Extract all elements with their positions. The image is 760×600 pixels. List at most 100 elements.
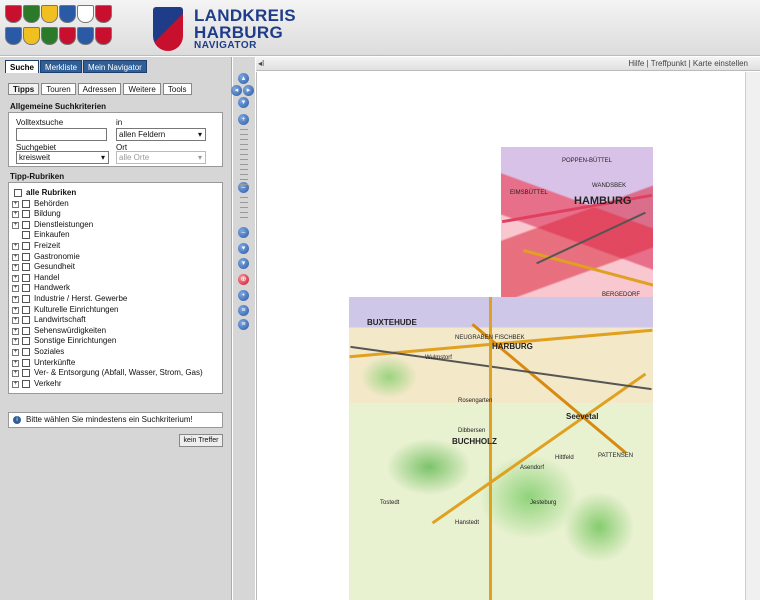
rubrik-checkbox[interactable] xyxy=(22,316,30,325)
tab-adressen[interactable]: Adressen xyxy=(77,83,122,95)
expand-icon[interactable]: + xyxy=(12,327,19,335)
rubrik-checkbox[interactable] xyxy=(22,337,30,346)
pan-left-icon[interactable]: ◂ xyxy=(231,85,242,96)
rubrik-row[interactable]: + Bildung xyxy=(12,209,217,220)
tab-merkliste[interactable]: Merkliste xyxy=(40,60,83,73)
rubrik-checkbox[interactable] xyxy=(22,358,30,367)
crest-icon[interactable] xyxy=(95,27,112,45)
expand-icon[interactable]: + xyxy=(12,359,19,367)
expand-icon[interactable]: + xyxy=(12,380,19,388)
expand-icon[interactable]: + xyxy=(12,285,19,293)
expand-icon[interactable]: + xyxy=(12,317,19,325)
zoom-tick[interactable] xyxy=(240,212,248,213)
zoom-tick[interactable] xyxy=(240,129,248,130)
map-tile-hamburg[interactable] xyxy=(501,147,653,298)
rubrik-checkbox[interactable] xyxy=(22,199,30,208)
rubrik-row[interactable]: + Dienstleistungen xyxy=(12,220,217,231)
crest-icon[interactable] xyxy=(23,5,40,23)
zoom-tick[interactable] xyxy=(240,207,248,208)
locate-icon[interactable]: ⊕ xyxy=(238,274,249,285)
rubrik-row[interactable]: + Handel xyxy=(12,273,217,284)
tab-tools[interactable]: Tools xyxy=(162,83,192,95)
tab-suche[interactable]: Suche xyxy=(5,60,40,73)
crest-icon[interactable] xyxy=(5,5,22,23)
landkreis-harburg-logo[interactable]: LANDKREIS HARBURG NAVIGATOR xyxy=(153,7,296,53)
crest-icon[interactable] xyxy=(77,27,94,45)
collapse-panel-icon[interactable]: ◂I xyxy=(258,58,264,70)
expand-icon[interactable]: + xyxy=(12,295,19,303)
legend-icon[interactable]: ≡ xyxy=(238,319,249,330)
expand-icon[interactable]: + xyxy=(12,338,19,346)
zoom-tick[interactable] xyxy=(240,134,248,135)
zoom-tick[interactable] xyxy=(240,217,248,218)
expand-icon[interactable]: + xyxy=(12,221,19,229)
expand-icon[interactable]: + xyxy=(12,370,19,378)
rubrik-all-row[interactable]: alle Rubriken xyxy=(12,188,217,199)
crest-icon[interactable] xyxy=(23,27,40,45)
expand-icon[interactable]: + xyxy=(12,306,19,314)
rubrik-row[interactable]: + Kulturelle Einrichtungen xyxy=(12,305,217,316)
crest-icon[interactable] xyxy=(59,27,76,45)
expand-icon[interactable]: + xyxy=(12,253,19,261)
zoom-tick[interactable] xyxy=(240,164,248,165)
expand-icon[interactable]: + xyxy=(12,274,19,282)
rubrik-checkbox[interactable] xyxy=(22,284,30,293)
volltext-input[interactable] xyxy=(16,128,107,141)
rubrik-row[interactable]: + Landwirtschaft xyxy=(12,315,217,326)
toolbar-links[interactable]: Hilfe | Treffpunkt | Karte einstellen xyxy=(628,58,748,70)
zoom-tick[interactable] xyxy=(240,184,248,185)
rubrik-row[interactable]: + Unterkünfte xyxy=(12,358,217,369)
results-button[interactable]: kein Treffer xyxy=(179,434,223,447)
suchgebiet-select[interactable]: kreisweit ▾ xyxy=(16,151,109,164)
rubrik-row[interactable]: + Soziales xyxy=(12,347,217,358)
rubrik-checkbox[interactable] xyxy=(22,326,30,335)
expand-icon[interactable]: + xyxy=(12,200,19,208)
rubrik-checkbox[interactable] xyxy=(22,231,30,240)
rubrik-checkbox[interactable] xyxy=(22,369,30,378)
map-scrollbar[interactable] xyxy=(745,72,760,600)
rubrik-checkbox[interactable] xyxy=(22,252,30,261)
expand-icon[interactable]: + xyxy=(12,348,19,356)
tab-touren[interactable]: Touren xyxy=(41,83,76,95)
rubrik-row[interactable]: + Sonstige Einrichtungen xyxy=(12,336,217,347)
tab-mein-navigator[interactable]: Mein Navigator xyxy=(83,60,147,73)
crest-icon[interactable] xyxy=(95,5,112,23)
zoom-tick[interactable] xyxy=(240,139,248,140)
rubrik-checkbox[interactable] xyxy=(22,294,30,303)
rubrik-row[interactable]: + Ver- & Entsorgung (Abfall, Wasser, Stro… xyxy=(12,368,217,379)
crest-icon[interactable] xyxy=(59,5,76,23)
zoom-tick[interactable] xyxy=(240,159,248,160)
rubrik-row[interactable]: + Gesundheit xyxy=(12,262,217,273)
layers-icon[interactable]: ≡ xyxy=(238,305,249,316)
expand-icon[interactable]: + xyxy=(12,264,19,272)
pan-right-icon[interactable]: ▸ xyxy=(243,85,254,96)
zoom-tick[interactable] xyxy=(240,197,248,198)
rubrik-checkbox[interactable] xyxy=(22,347,30,356)
crest-icon[interactable] xyxy=(77,5,94,23)
rubrik-row[interactable]: + Sehenswürdigkeiten xyxy=(12,326,217,337)
expand-icon[interactable]: + xyxy=(12,211,19,219)
zoom-out-icon[interactable]: – xyxy=(238,227,249,238)
zoom-in-icon[interactable]: + xyxy=(238,114,249,125)
tab-weitere[interactable]: Weitere xyxy=(123,83,161,95)
zoom-level-icon[interactable]: ▾ xyxy=(238,243,249,254)
checkbox-all-rubriken[interactable] xyxy=(14,189,22,197)
rubrik-row[interactable]: + Handwerk xyxy=(12,283,217,294)
zoom-tick[interactable] xyxy=(240,179,248,180)
zoom-level-2-icon[interactable]: ▾ xyxy=(238,258,249,269)
rubrik-checkbox[interactable] xyxy=(22,210,30,219)
search-field-select[interactable]: allen Feldern ▾ xyxy=(116,128,206,141)
rubrik-row[interactable]: Einkaufen xyxy=(12,230,217,241)
rubrik-checkbox[interactable] xyxy=(22,273,30,282)
rubrik-row[interactable]: + Behörden xyxy=(12,199,217,210)
pan-down-icon[interactable]: ▾ xyxy=(238,97,249,108)
zoom-tick[interactable] xyxy=(240,154,248,155)
rubrik-row[interactable]: + Freizeit xyxy=(12,241,217,252)
rubrik-checkbox[interactable] xyxy=(22,263,30,272)
measure-icon[interactable]: • xyxy=(238,290,249,301)
rubrik-checkbox[interactable] xyxy=(22,305,30,314)
zoom-tick[interactable] xyxy=(240,174,248,175)
crest-icon[interactable] xyxy=(41,27,58,45)
ort-select[interactable]: alle Orte ▾ xyxy=(116,151,206,164)
rubrik-checkbox[interactable] xyxy=(22,220,30,229)
